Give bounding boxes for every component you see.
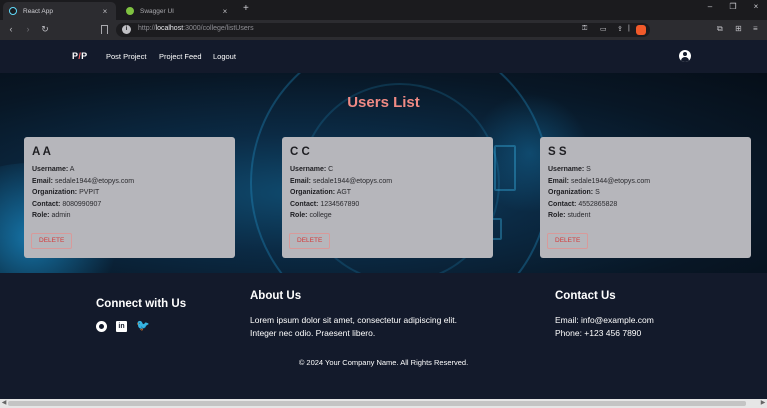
- contact-phone: Phone: +123 456 7890: [555, 328, 642, 338]
- sidebar-icon[interactable]: ⧉: [717, 24, 723, 34]
- minimize-icon[interactable]: –: [699, 2, 721, 11]
- site-info-icon[interactable]: i: [122, 25, 131, 34]
- connect-heading: Connect with Us: [96, 298, 187, 310]
- nav-logout[interactable]: Logout: [213, 52, 236, 61]
- site-footer: Connect with Us in 🐦 About Us Lorem ipsu…: [0, 273, 767, 399]
- bookmark-icon[interactable]: [101, 25, 108, 34]
- browser-toolbar: ‹ › ↻ i http://localhost:3000/college/li…: [0, 20, 767, 40]
- user-organization: Organization: S: [548, 189, 600, 196]
- user-username: Username: S: [548, 166, 591, 173]
- user-name: C C: [290, 146, 310, 158]
- close-tab-icon[interactable]: ×: [100, 7, 110, 16]
- user-username: Username: A: [32, 166, 75, 173]
- tab-title: React App: [23, 7, 53, 15]
- tab-strip: React App × Swagger UI × + – ❐ ×: [0, 0, 767, 20]
- restore-icon[interactable]: ❐: [722, 2, 744, 11]
- tab-title: Swagger UI: [140, 7, 174, 15]
- nav-post-project[interactable]: Post Project: [106, 52, 146, 61]
- about-heading: About Us: [250, 290, 302, 302]
- user-contact: Contact: 8080990907: [32, 200, 102, 208]
- user-email: Email: sedale1944@etopys.com: [32, 177, 135, 185]
- back-icon[interactable]: ‹: [5, 24, 17, 34]
- user-role: Role: college: [290, 212, 332, 219]
- key-icon[interactable]: ⚿: [582, 25, 587, 33]
- extensions-icon[interactable]: ⊞: [735, 24, 742, 33]
- brave-shield-icon[interactable]: [636, 25, 646, 35]
- user-card: S S Username: S Email: sedale1944@etopys…: [540, 137, 751, 258]
- react-favicon-icon: [9, 7, 17, 15]
- tab-react-app[interactable]: React App ×: [3, 2, 116, 20]
- user-contact: Contact: 1234567890: [290, 200, 360, 208]
- url-text[interactable]: http://localhost:3000/college/listUsers: [138, 25, 254, 32]
- user-email: Email: sedale1944@etopys.com: [290, 177, 393, 185]
- about-text: Lorem ipsum dolor sit amet, consectetur …: [250, 315, 457, 338]
- new-tab-button[interactable]: +: [243, 3, 249, 14]
- scroll-left-icon[interactable]: ◀: [0, 399, 8, 408]
- delete-button[interactable]: DELETE: [289, 233, 331, 249]
- linkedin-icon[interactable]: in: [116, 321, 127, 332]
- swagger-favicon-icon: [126, 7, 134, 15]
- user-account-icon[interactable]: [679, 50, 691, 62]
- browser-window: React App × Swagger UI × + – ❐ × ‹ › ↻ i…: [0, 0, 767, 408]
- delete-button[interactable]: DELETE: [547, 233, 589, 249]
- user-card: C C Username: C Email: sedale1944@etopys…: [282, 137, 493, 258]
- address-bar[interactable]: i http://localhost:3000/college/listUser…: [116, 23, 650, 37]
- page-title: Users List: [347, 94, 420, 111]
- forward-icon[interactable]: ›: [22, 24, 34, 34]
- close-window-icon[interactable]: ×: [745, 2, 767, 11]
- share-icon[interactable]: ⇪: [617, 25, 623, 33]
- user-name: A A: [32, 146, 51, 158]
- contact-email: Email: info@example.com: [555, 315, 654, 325]
- background-shape: [494, 145, 516, 191]
- nav-project-feed[interactable]: Project Feed: [159, 52, 202, 61]
- contact-details: Email: info@example.com Phone: +123 456 …: [555, 314, 654, 340]
- user-contact: Contact: 4552865828: [548, 200, 618, 208]
- brand-logo[interactable]: P/P: [72, 51, 87, 61]
- user-role: Role: student: [548, 212, 591, 219]
- user-name: S S: [548, 146, 567, 158]
- scroll-right-icon[interactable]: ▶: [759, 399, 767, 408]
- cast-icon[interactable]: ▭: [600, 25, 607, 33]
- tab-swagger-ui[interactable]: Swagger UI ×: [120, 2, 236, 20]
- delete-button[interactable]: DELETE: [31, 233, 73, 249]
- user-organization: Organization: PVPIT: [32, 189, 100, 196]
- twitter-icon[interactable]: 🐦: [136, 321, 150, 332]
- github-icon[interactable]: [96, 321, 107, 332]
- divider: |: [628, 25, 630, 32]
- app-navbar: P/P Post Project Project Feed Logout: [0, 40, 767, 73]
- copyright-text: © 2024 Your Company Name. All Rights Res…: [298, 358, 469, 367]
- user-organization: Organization: AGT: [290, 189, 352, 196]
- reload-icon[interactable]: ↻: [39, 24, 51, 35]
- user-email: Email: sedale1944@etopys.com: [548, 177, 651, 185]
- scrollbar-thumb[interactable]: [8, 401, 746, 406]
- contact-heading: Contact Us: [555, 290, 616, 302]
- users-section: Users List A A Username: A Email: sedale…: [0, 73, 767, 273]
- horizontal-scrollbar[interactable]: ◀ ▶: [0, 399, 767, 408]
- close-tab-icon[interactable]: ×: [220, 7, 230, 16]
- menu-icon[interactable]: ≡: [753, 24, 758, 33]
- user-card: A A Username: A Email: sedale1944@etopys…: [24, 137, 235, 258]
- user-username: Username: C: [290, 166, 334, 173]
- user-role: Role: admin: [32, 212, 71, 219]
